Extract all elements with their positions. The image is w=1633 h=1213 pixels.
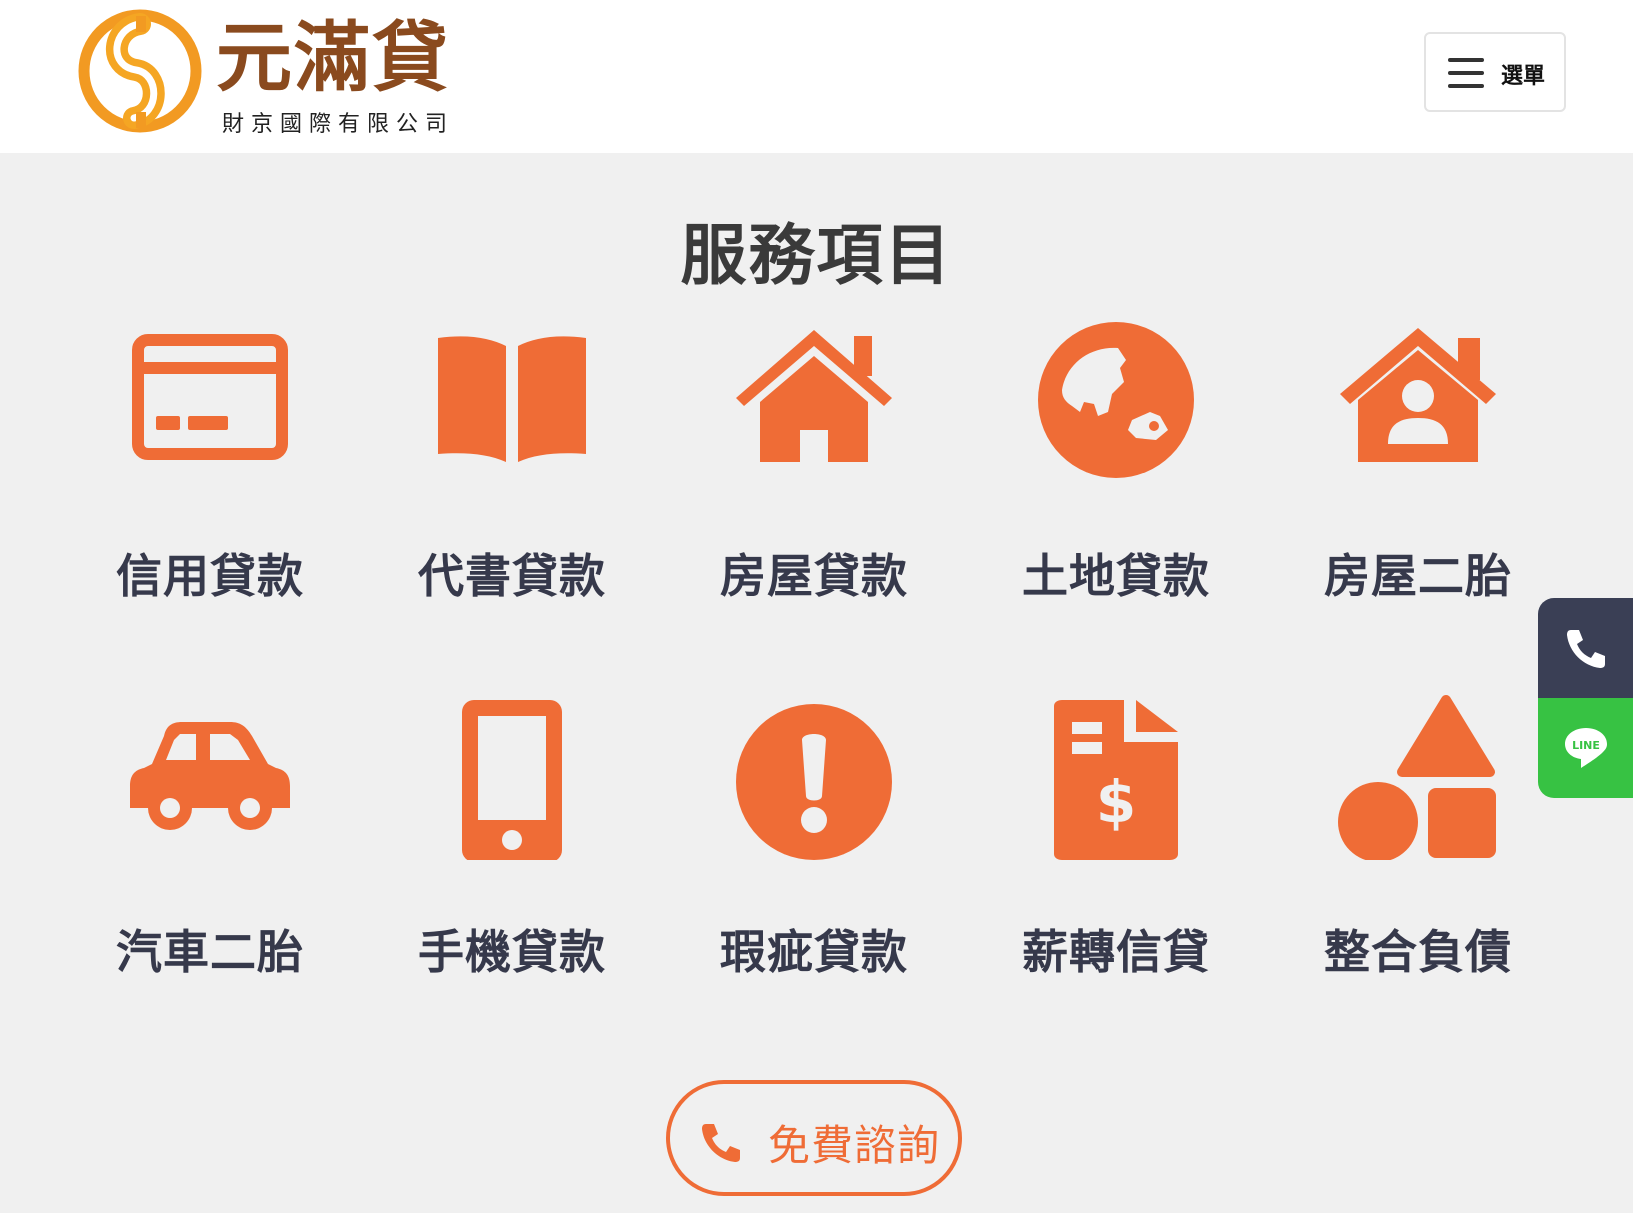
service-item-land-loan[interactable]: 土地貸款: [966, 320, 1266, 610]
side-phone-button[interactable]: [1538, 598, 1633, 698]
logo-coin-icon: [78, 9, 202, 133]
service-item-debt-consolidation[interactable]: 整合負債: [1268, 692, 1568, 982]
service-label: 房屋貸款: [720, 549, 908, 603]
free-consultation-label: 免費諮詢: [768, 1121, 941, 1170]
house-user-icon: [1340, 328, 1496, 462]
phone-icon: [1567, 630, 1605, 668]
service-item-scrivener-loan[interactable]: 代書貸款: [362, 320, 662, 610]
service-label: 代書貸款: [418, 549, 606, 603]
service-item-credit-loan[interactable]: 信用貸款: [60, 320, 360, 610]
service-item-salary-credit-loan[interactable]: $ 薪轉信貸: [966, 692, 1266, 982]
service-label: 瑕疵貸款: [720, 925, 908, 979]
site-logo[interactable]: 元滿貸 財京國際有限公司: [78, 8, 498, 143]
brand-name: 元滿貸: [216, 13, 450, 102]
service-label: 手機貸款: [418, 925, 606, 979]
service-item-phone-loan[interactable]: 手機貸款: [362, 692, 662, 982]
free-consultation-button[interactable]: 免費諮詢: [666, 1080, 962, 1196]
section-title: 服務項目: [680, 217, 953, 294]
hamburger-icon: [1448, 58, 1484, 88]
shapes-icon: [1338, 695, 1496, 860]
service-label: 土地貸款: [1022, 549, 1210, 603]
service-item-car-second-loan[interactable]: 汽車二胎: [60, 692, 360, 982]
service-item-house-loan[interactable]: 房屋貸款: [664, 320, 964, 610]
house-icon: [736, 330, 892, 462]
mobile-phone-icon: [462, 700, 562, 860]
globe-icon: [1038, 322, 1194, 478]
car-icon: [130, 722, 290, 830]
service-label: 汽車二胎: [116, 925, 304, 979]
site-header: 元滿貸 財京國際有限公司 選單: [0, 0, 1633, 153]
menu-button-label: 選單: [1501, 64, 1546, 89]
service-label: 整合負債: [1324, 925, 1512, 979]
service-item-flawed-credit-loan[interactable]: 瑕疵貸款: [664, 692, 964, 982]
side-line-button[interactable]: LINE: [1538, 698, 1633, 798]
exclamation-circle-icon: [736, 704, 892, 860]
service-label: 信用貸款: [116, 549, 304, 603]
invoice-dollar-icon: $: [1054, 700, 1178, 860]
book-open-icon: [438, 336, 586, 462]
brand-subtitle: 財京國際有限公司: [222, 112, 455, 137]
service-label: 薪轉信貸: [1022, 925, 1210, 979]
credit-card-icon: [132, 334, 288, 460]
service-label: 房屋二胎: [1324, 549, 1512, 603]
svg-text:$: $: [1096, 768, 1136, 836]
line-chat-icon: LINE: [1565, 728, 1607, 768]
line-icon-text: LINE: [1572, 739, 1600, 752]
service-item-house-second-mortgage[interactable]: 房屋二胎: [1268, 320, 1568, 610]
phone-icon: [702, 1124, 740, 1162]
menu-button[interactable]: 選單: [1424, 32, 1566, 112]
